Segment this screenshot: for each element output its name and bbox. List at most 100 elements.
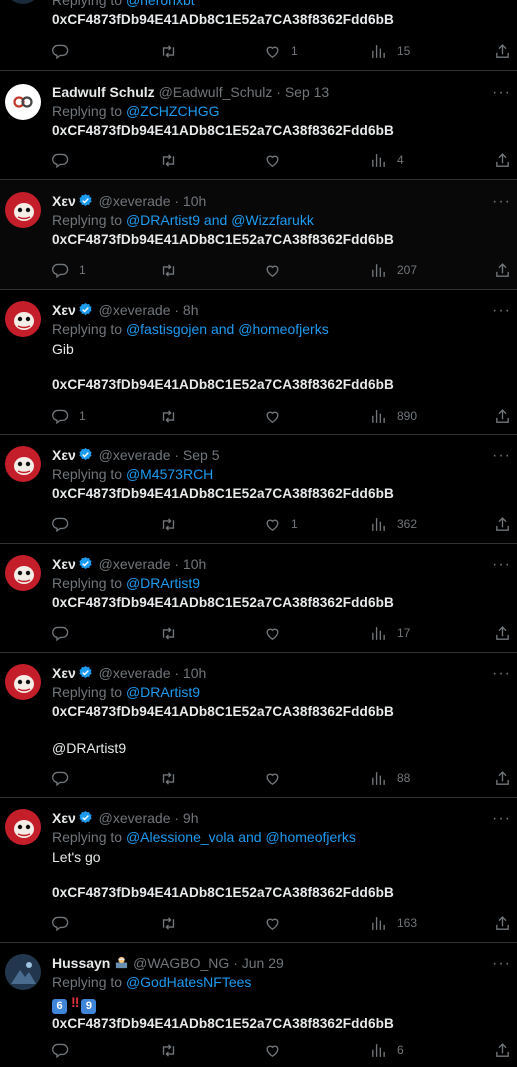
mention-link[interactable]: @homeofjerks [238,321,328,337]
avatar[interactable] [5,446,41,482]
mention-link[interactable]: @Wizzfarukk [231,212,314,228]
like-button[interactable] [264,1040,281,1060]
views-button[interactable]: 88 [370,768,410,788]
timestamp[interactable]: · 9h [174,810,198,826]
user-handle[interactable]: @xeverade [99,810,171,826]
user-handle[interactable]: @xeverade [99,665,171,681]
more-options-icon[interactable]: ··· [492,666,511,682]
like-button[interactable] [264,406,281,426]
tweet[interactable]: Χεν @xeverade · 8h Replying to @fastisgo… [0,290,517,435]
timestamp[interactable]: · Sep 5 [174,447,219,463]
mention-link[interactable]: @homeofjerks [265,829,355,845]
retweet-button[interactable] [160,406,177,426]
reply-button[interactable] [52,150,69,170]
timestamp[interactable]: · Jun 29 [233,955,284,971]
views-button[interactable]: 15 [370,41,410,61]
mention-link[interactable]: @Alessione_vola [126,829,234,845]
reply-button[interactable] [52,1040,69,1060]
share-button[interactable] [494,913,511,933]
user-handle[interactable]: @xeverade [99,302,171,318]
views-button[interactable]: 163 [370,913,417,933]
retweet-button[interactable] [160,1040,177,1060]
like-button[interactable] [264,913,281,933]
reply-button[interactable] [52,913,69,933]
views-button[interactable]: 890 [370,406,417,426]
reply-button[interactable]: 1 [52,260,86,280]
share-button[interactable] [494,41,511,61]
avatar[interactable] [5,809,41,845]
timestamp[interactable]: · 10h [174,193,206,209]
avatar[interactable] [5,84,41,120]
timestamp[interactable]: · Sep 13 [276,84,329,100]
timestamp[interactable]: · 10h [174,665,206,681]
display-name[interactable]: Χεν [52,556,76,572]
user-handle[interactable]: @xeverade [99,556,171,572]
display-name[interactable]: Hussayn [52,955,110,971]
share-button[interactable] [494,260,511,280]
display-name[interactable]: Eadwulf Schulz [52,84,155,100]
timestamp[interactable]: · 10h [174,556,206,572]
user-handle[interactable]: @WAGBO_NG [133,955,229,971]
avatar[interactable] [5,664,41,700]
mention-link[interactable]: @ZCHZCHGG [126,103,220,119]
tweet[interactable]: Eadwulf Schulz @Eadwulf_Schulz · Sep 13 … [0,71,517,180]
like-button[interactable] [264,150,281,170]
reply-button[interactable] [52,623,69,643]
views-button[interactable]: 362 [370,514,417,534]
display-name[interactable]: Χεν [52,665,76,681]
more-options-icon[interactable]: ··· [492,303,511,319]
timestamp[interactable]: · 8h [174,302,198,318]
like-button[interactable]: 1 [264,41,298,61]
reply-button[interactable] [52,514,69,534]
like-button[interactable] [264,768,281,788]
more-options-icon[interactable]: ··· [492,956,511,972]
tweet[interactable]: Replying to @heronxbt 0xCF4873fDb94E41AD… [0,0,517,71]
share-button[interactable] [494,768,511,788]
avatar[interactable] [5,954,41,990]
avatar[interactable] [5,301,41,337]
share-button[interactable] [494,1040,511,1060]
mention-link[interactable]: @heronxbt [126,0,195,8]
retweet-button[interactable] [160,514,177,534]
like-button[interactable] [264,623,281,643]
retweet-button[interactable] [160,623,177,643]
more-options-icon[interactable]: ··· [492,85,511,101]
views-button[interactable]: 207 [370,260,417,280]
reply-button[interactable]: 1 [52,406,86,426]
avatar[interactable] [5,0,41,4]
mention-link[interactable]: @DRArtist9 [52,738,503,758]
views-button[interactable]: 17 [370,623,410,643]
retweet-button[interactable] [160,913,177,933]
mention-link[interactable]: @DRArtist9 [126,212,200,228]
user-handle[interactable]: @Eadwulf_Schulz [159,84,273,100]
more-options-icon[interactable]: ··· [492,557,511,573]
tweet[interactable]: Χεν @xeverade · 9h Replying to @Alession… [0,798,517,943]
share-button[interactable] [494,623,511,643]
reply-button[interactable] [52,41,69,61]
retweet-button[interactable] [160,150,177,170]
tweet[interactable]: Χεν @xeverade · 10h Replying to @DRArtis… [0,653,517,798]
mention-link[interactable]: @fastisgojen [126,321,207,337]
views-button[interactable]: 6 [370,1040,404,1060]
tweet[interactable]: Χεν @xeverade · 10h Replying to @DRArtis… [0,544,517,653]
mention-link[interactable]: @M4573RCH [126,466,213,482]
mention-link[interactable]: @DRArtist9 [126,684,200,700]
more-options-icon[interactable]: ··· [492,811,511,827]
reply-button[interactable] [52,768,69,788]
share-button[interactable] [494,150,511,170]
retweet-button[interactable] [160,260,177,280]
tweet[interactable]: Χεν @xeverade · Sep 5 Replying to @M4573… [0,435,517,544]
share-button[interactable] [494,514,511,534]
display-name[interactable]: Χεν [52,302,76,318]
user-handle[interactable]: @xeverade [99,193,171,209]
tweet[interactable]: Χεν @xeverade · 10h Replying to @DRArtis… [0,180,517,290]
avatar[interactable] [5,192,41,228]
more-options-icon[interactable]: ··· [492,194,511,210]
more-options-icon[interactable]: ··· [492,448,511,464]
avatar[interactable] [5,555,41,591]
mention-link[interactable]: @DRArtist9 [126,575,200,591]
share-button[interactable] [494,406,511,426]
retweet-button[interactable] [160,768,177,788]
mention-link[interactable]: @GodHatesNFTees [126,974,251,990]
like-button[interactable] [264,260,281,280]
